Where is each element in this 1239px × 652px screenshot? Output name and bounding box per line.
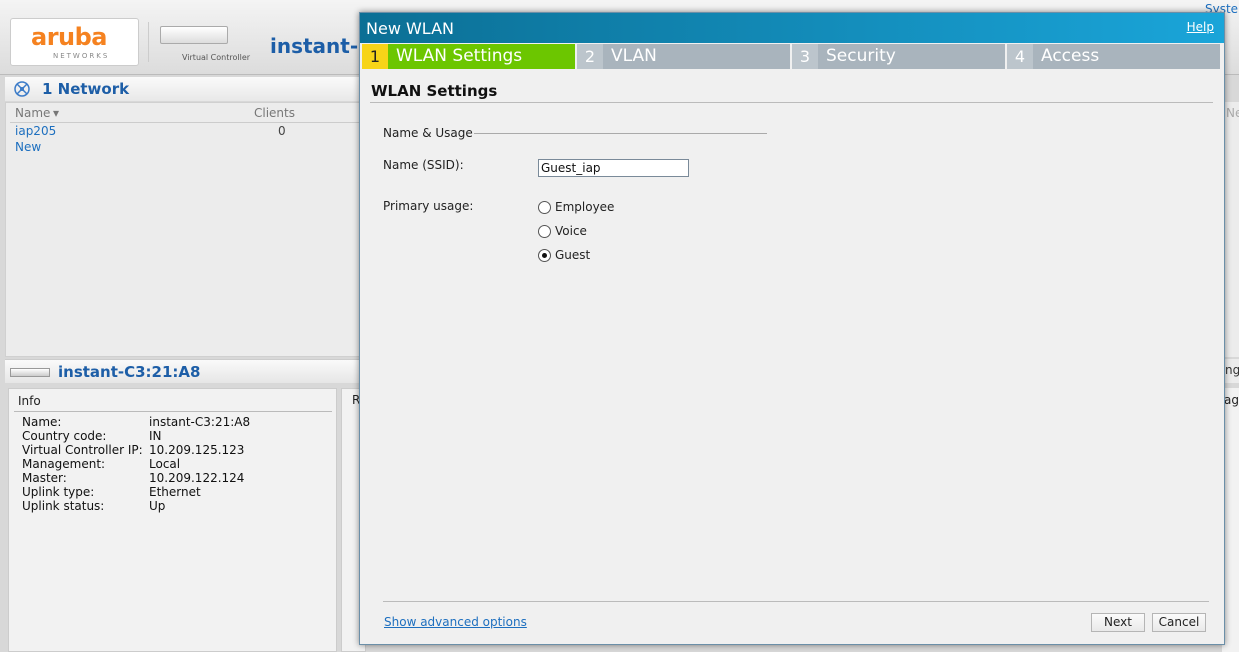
cancel-button[interactable]: Cancel [1152, 613, 1206, 632]
info-label: Master: [22, 471, 67, 485]
aruba-logo: aruba NETWORKS [10, 18, 139, 66]
step-number: 1 [362, 44, 388, 69]
ssid-label: Name (SSID): [383, 158, 464, 172]
vc-label: Virtual Controller [182, 53, 251, 62]
network-row-clients: 0 [278, 124, 286, 138]
info-label: Management: [22, 457, 106, 471]
device-title[interactable]: instant-C3:21:A8 [58, 363, 200, 381]
info-label: Virtual Controller IP: [22, 443, 143, 457]
step-vlan[interactable]: 2 VLAN [577, 44, 790, 69]
new-wlan-dialog: New WLAN Help 1 WLAN Settings 2 VLAN 3 S… [359, 12, 1225, 645]
logo-subtext: NETWORKS [53, 52, 110, 60]
column-header-name[interactable]: Name [15, 106, 50, 120]
network-row-iap205[interactable]: iap205 [15, 124, 56, 138]
fieldset-legend: Name & Usage [383, 126, 473, 140]
info-label: Country code: [22, 429, 107, 443]
usage-option-voice[interactable]: Voice [538, 223, 587, 239]
wizard-steps: 1 WLAN Settings 2 VLAN 3 Security 4 Acce… [362, 44, 1222, 70]
section-divider [370, 102, 1213, 103]
virtual-controller-badge: Virtual Controller [150, 18, 260, 66]
section-title: WLAN Settings [371, 82, 498, 100]
header-divider [148, 22, 149, 62]
app-title: instant-C [270, 34, 373, 58]
help-link[interactable]: Help [1187, 20, 1214, 34]
radio-button-selected[interactable] [538, 248, 551, 262]
right-panel-text: ng [1225, 363, 1239, 377]
primary-usage-label: Primary usage: [383, 199, 474, 213]
next-button[interactable]: Next [1091, 613, 1145, 632]
sort-arrow-icon[interactable]: ▾ [53, 106, 59, 120]
info-value: instant-C3:21:A8 [149, 415, 251, 429]
step-number: 2 [577, 44, 603, 69]
step-number: 4 [1007, 44, 1033, 69]
access-point-icon [10, 368, 50, 377]
info-label: Name: [22, 415, 62, 429]
column-header-clients[interactable]: Clients [254, 106, 295, 120]
step-wlan-settings[interactable]: 1 WLAN Settings [362, 44, 575, 69]
radio-button[interactable] [538, 224, 551, 238]
radio-button[interactable] [538, 200, 551, 214]
info-value: Ethernet [149, 485, 201, 499]
info-value: IN [149, 429, 162, 443]
dialog-titlebar[interactable]: New WLAN Help [360, 13, 1224, 43]
usage-option-employee[interactable]: Employee [538, 199, 614, 215]
info-label: Uplink status: [22, 499, 105, 513]
info-value: 10.209.122.124 [149, 471, 245, 485]
step-access[interactable]: 4 Access [1007, 44, 1220, 69]
show-advanced-options-link[interactable]: Show advanced options [384, 615, 527, 629]
radio-label: Guest [555, 248, 591, 262]
step-label: Security [826, 46, 896, 66]
step-number: 3 [792, 44, 818, 69]
info-panel: Info Name: instant-C3:21:A8 Country code… [8, 388, 337, 652]
controller-device-icon [160, 26, 228, 44]
usage-option-guest[interactable]: Guest [538, 247, 590, 263]
networks-table: Name ▾ Clients iap205 0 New [5, 102, 365, 357]
ssid-input[interactable] [538, 159, 689, 177]
network-icon [13, 80, 31, 98]
logo-text: aruba [31, 23, 108, 51]
dialog-title: New WLAN [366, 19, 454, 38]
info-value: Local [149, 457, 181, 471]
info-value: Up [149, 499, 166, 513]
header-divider [10, 122, 362, 123]
networks-header: 1 Network [5, 77, 365, 101]
step-label: WLAN Settings [396, 46, 523, 66]
step-label: Access [1041, 46, 1100, 66]
fieldset-divider [474, 133, 767, 134]
info-value: 10.209.125.123 [149, 443, 245, 457]
info-title: Info [18, 394, 41, 408]
radio-label: Voice [555, 224, 587, 238]
device-header: instant-C3:21:A8 [5, 359, 365, 383]
radio-label: Employee [555, 200, 615, 214]
step-security[interactable]: 3 Security [792, 44, 1005, 69]
step-label: VLAN [611, 46, 657, 66]
networks-title[interactable]: 1 Network [42, 80, 129, 98]
right-panel-text: Ne [1226, 106, 1239, 120]
network-row-new[interactable]: New [15, 140, 41, 154]
info-label: Uplink type: [22, 485, 95, 499]
footer-divider [383, 601, 1209, 602]
info-divider [14, 411, 332, 412]
right-panel-text: age [1224, 393, 1239, 407]
